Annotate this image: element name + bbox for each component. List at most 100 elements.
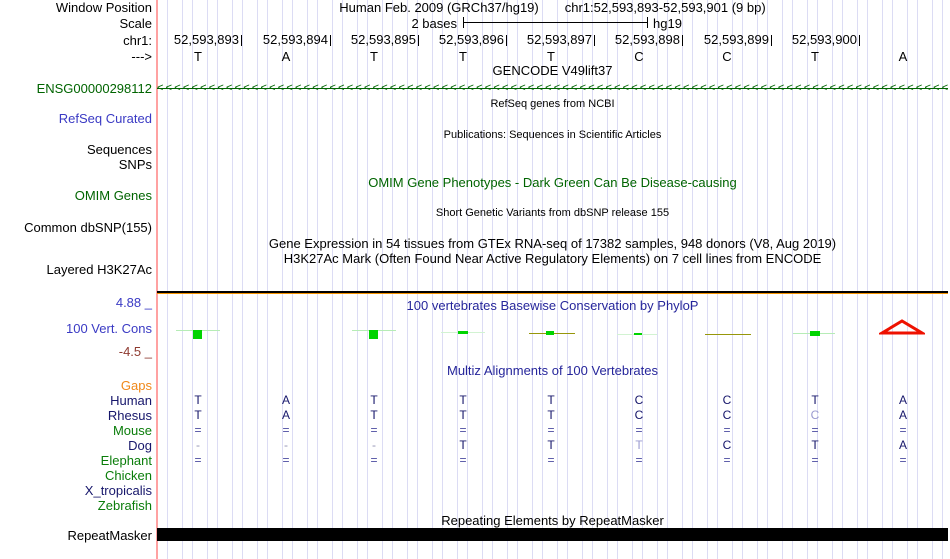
- sequence-base: C: [634, 49, 644, 64]
- position-range: chr1:52,593,893-52,593,901 (9 bp): [564, 0, 766, 15]
- multiz-cell: =: [370, 453, 378, 467]
- strand-arrow-label: --->: [131, 49, 152, 64]
- multiz-cell: =: [635, 453, 643, 467]
- gencode-gene-label[interactable]: ENSG00000298112: [37, 82, 152, 95]
- ruler-tick: [771, 35, 772, 46]
- ruler-tick: [682, 35, 683, 46]
- multiz-cell: -: [284, 438, 288, 452]
- sequence-base: T: [370, 49, 378, 64]
- gencode-track-title: GENCODE V49lift37: [492, 63, 613, 78]
- conservation-mark[interactable]: [458, 331, 468, 334]
- multiz-cell: =: [899, 423, 907, 437]
- scale-bar: [463, 17, 648, 28]
- multiz-cell: T: [547, 393, 555, 407]
- layered-h3k27ac-label[interactable]: Layered H3K27Ac: [46, 263, 152, 276]
- multiz-cell: =: [635, 423, 643, 437]
- ruler-tick: [330, 35, 331, 46]
- multiz-species-elephant[interactable]: Elephant: [101, 454, 152, 467]
- multiz-species-gaps[interactable]: Gaps: [121, 379, 152, 392]
- multiz-cell: C: [722, 408, 732, 422]
- scale-bar-label: 2 bases: [411, 16, 457, 31]
- conservation-negative-arch-icon[interactable]: [879, 318, 925, 336]
- ruler-tick: [241, 35, 242, 46]
- multiz-cell: =: [899, 453, 907, 467]
- multiz-cell: T: [811, 438, 819, 452]
- repeatmasker-label[interactable]: RepeatMasker: [67, 529, 152, 542]
- multiz-cell: =: [194, 453, 202, 467]
- multiz-species-rhesus[interactable]: Rhesus: [108, 409, 152, 422]
- h3k27ac-signal-baseline[interactable]: [157, 291, 948, 294]
- multiz-cell: A: [281, 408, 291, 422]
- multiz-cell: =: [547, 453, 555, 467]
- multiz-cell: T: [459, 393, 467, 407]
- multiz-cell: -: [196, 438, 200, 452]
- multiz-species-xtropicalis[interactable]: X_tropicalis: [85, 484, 152, 497]
- multiz-cell: T: [194, 408, 202, 422]
- assembly-name: Human Feb. 2009 (GRCh37/hg19): [339, 0, 539, 15]
- publications-sequences-label[interactable]: Sequences: [87, 143, 152, 156]
- genome-build-label: hg19: [653, 16, 682, 31]
- gtex-track-title: Gene Expression in 54 tissues from GTEx …: [268, 236, 837, 251]
- scale-label: Scale: [119, 16, 152, 31]
- repeatmasker-element-bar[interactable]: [157, 528, 948, 541]
- conservation-mark[interactable]: [634, 333, 642, 335]
- multiz-cell: A: [898, 393, 908, 407]
- conservation-mark[interactable]: [369, 330, 378, 339]
- common-dbsnp-label[interactable]: Common dbSNP(155): [24, 221, 152, 234]
- multiz-cell: T: [370, 408, 378, 422]
- sequence-base: T: [459, 49, 467, 64]
- gencode-gene-strand-arrows[interactable]: <<<<<<<<<<<<<<<<<<<<<<<<<<<<<<<<<<<<<<<<…: [157, 82, 948, 95]
- multiz-cell: T: [635, 438, 643, 452]
- multiz-species-zebrafish[interactable]: Zebrafish: [98, 499, 152, 512]
- conservation-mark[interactable]: [193, 330, 202, 339]
- multiz-cell: =: [811, 423, 819, 437]
- multiz-cell: =: [370, 423, 378, 437]
- multiz-cell: =: [459, 423, 467, 437]
- multiz-cell: =: [723, 453, 731, 467]
- omim-track-title: OMIM Gene Phenotypes - Dark Green Can Be…: [368, 175, 737, 190]
- multiz-cell: A: [281, 393, 291, 407]
- multiz-species-human[interactable]: Human: [110, 394, 152, 407]
- refseq-curated-label[interactable]: RefSeq Curated: [59, 112, 152, 125]
- multiz-cell: T: [547, 408, 555, 422]
- publications-track-title: Publications: Sequences in Scientific Ar…: [443, 129, 662, 141]
- ruler-tick: [418, 35, 419, 46]
- sequence-base: A: [898, 49, 908, 64]
- conservation-mark[interactable]: [810, 331, 820, 336]
- publications-snps-label[interactable]: SNPs: [119, 158, 152, 171]
- multiz-cell: T: [547, 438, 555, 452]
- dbsnp-track-title: Short Genetic Variants from dbSNP releas…: [435, 207, 670, 219]
- multiz-species-chicken[interactable]: Chicken: [105, 469, 152, 482]
- sequence-base: C: [722, 49, 732, 64]
- multiz-cell: T: [370, 393, 378, 407]
- window-position-label: Window Position: [55, 0, 152, 15]
- multiz-cell: A: [898, 438, 908, 452]
- sequence-base: T: [547, 49, 555, 64]
- h3k27ac-track-title: H3K27Ac Mark (Often Found Near Active Re…: [283, 251, 822, 266]
- multiz-cell: =: [282, 453, 290, 467]
- multiz-cell: A: [898, 408, 908, 422]
- genome-browser-image: Window Position Scale chr1: ---> Human F…: [0, 0, 950, 559]
- multiz-cell: -: [372, 438, 376, 452]
- ruler-tick: [506, 35, 507, 46]
- multiz-cell: =: [723, 423, 731, 437]
- omim-genes-label[interactable]: OMIM Genes: [75, 189, 152, 202]
- conservation-track-label[interactable]: 100 Vert. Cons: [66, 322, 152, 335]
- multiz-cell: =: [811, 453, 819, 467]
- multiz-cell: =: [459, 453, 467, 467]
- multiz-cell: =: [194, 423, 202, 437]
- conservation-mark[interactable]: [546, 331, 554, 335]
- multiz-cell: C: [722, 393, 732, 407]
- multiz-cell: C: [722, 438, 732, 452]
- ruler-tick: [594, 35, 595, 46]
- conservation-mark[interactable]: [705, 334, 751, 335]
- multiz-species-mouse[interactable]: Mouse: [113, 424, 152, 437]
- multiz-cell: C: [634, 393, 644, 407]
- multiz-cell: =: [282, 423, 290, 437]
- multiz-track-title: Multiz Alignments of 100 Vertebrates: [446, 363, 658, 378]
- conservation-track-title: 100 vertebrates Basewise Conservation by…: [406, 298, 699, 313]
- refseq-track-title: RefSeq genes from NCBI: [490, 98, 615, 110]
- multiz-species-dog[interactable]: Dog: [128, 439, 152, 452]
- sequence-base: T: [194, 49, 202, 64]
- multiz-cell: T: [811, 393, 819, 407]
